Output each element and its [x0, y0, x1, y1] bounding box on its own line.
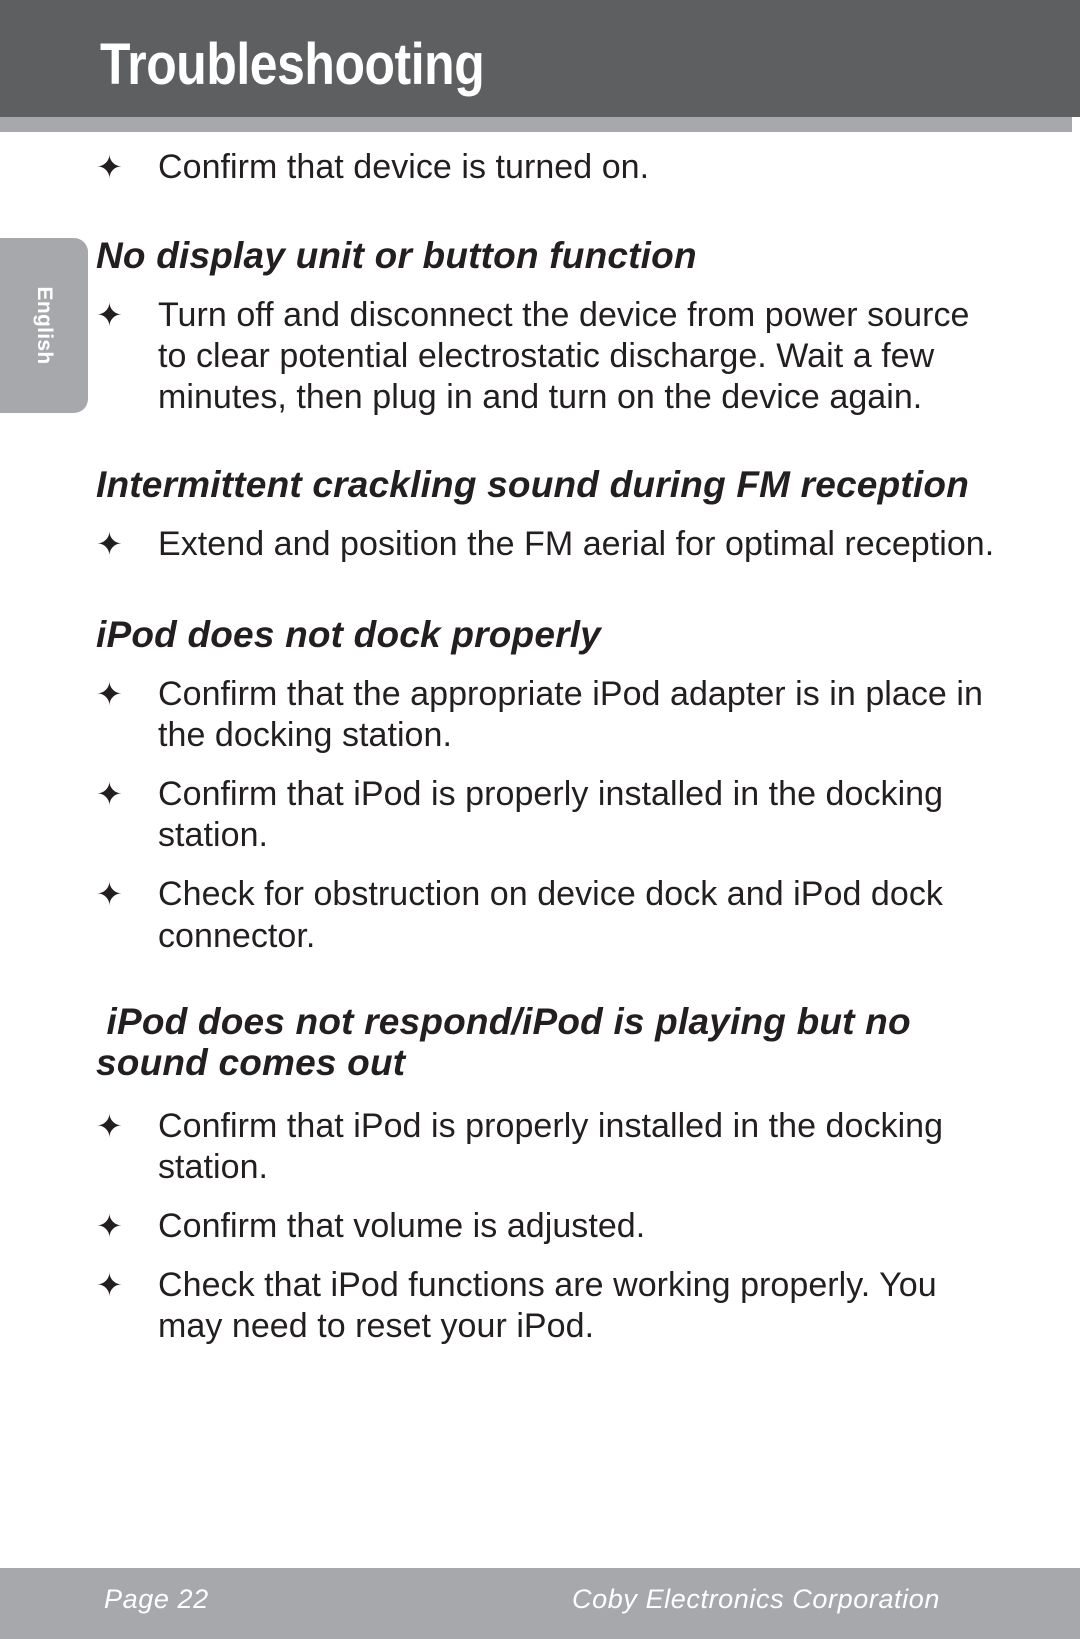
footer-company-name: Coby Electronics Corporation — [572, 1584, 940, 1614]
star-bullet-icon: ✦ — [96, 526, 123, 563]
list-item-text: Check that iPod functions are working pr… — [158, 1265, 937, 1346]
star-bullet-icon: ✦ — [96, 296, 123, 333]
list-item: ✦ Turn off and disconnect the device fro… — [0, 295, 1080, 418]
list-item: ✦ Confirm that device is turned on. — [0, 147, 1080, 188]
page-footer-band: Page 22 Coby Electronics Corporation — [0, 1568, 1080, 1639]
list-item: ✦ Check that iPod functions are working … — [0, 1265, 1080, 1347]
header-divider-rule — [0, 117, 1072, 132]
list-item: ✦ Confirm that the appropriate iPod adap… — [0, 674, 1080, 756]
section-heading: No display unit or button function — [96, 235, 697, 277]
footer-page-number: Page 22 — [104, 1584, 209, 1614]
list-item-text: Confirm that volume is adjusted. — [158, 1206, 646, 1245]
list-item-text: Check for obstruction on device dock and… — [158, 875, 943, 955]
list-item: ✦ Extend and position the FM aerial for … — [0, 524, 1080, 565]
list-item-text: Extend and position the FM aerial for op… — [158, 525, 995, 564]
section-heading: iPod does not dock properly — [96, 613, 601, 655]
star-bullet-icon: ✦ — [96, 1207, 123, 1244]
star-bullet-icon: ✦ — [96, 149, 123, 185]
list-item: ✦ Confirm that iPod is properly installe… — [0, 1106, 1080, 1188]
star-bullet-icon: ✦ — [96, 1107, 123, 1144]
list-item-text: Turn off and disconnect the device from … — [158, 295, 970, 416]
list-item: ✦ Confirm that volume is adjusted. — [0, 1206, 1080, 1247]
star-bullet-icon: ✦ — [96, 776, 123, 813]
star-bullet-icon: ✦ — [96, 675, 123, 712]
star-bullet-icon: ✦ — [96, 876, 123, 913]
list-item-text: Confirm that iPod is properly installed … — [158, 775, 944, 855]
list-item: ✦ Check for obstruction on device dock a… — [0, 874, 1080, 956]
list-item-text: Confirm that device is turned on. — [158, 148, 650, 186]
section-heading: iPod does not respond/iPod is playing bu… — [96, 1000, 922, 1084]
section-heading: Intermittent crackling sound during FM r… — [96, 463, 969, 505]
star-bullet-icon: ✦ — [96, 1266, 123, 1303]
list-item-text: Confirm that the appropriate iPod adapte… — [158, 674, 983, 755]
list-item: ✦ Confirm that iPod is properly installe… — [0, 774, 1080, 856]
page-content: ✦ Confirm that device is turned on. No d… — [0, 132, 1080, 1347]
page-title: Troubleshooting — [100, 32, 485, 97]
list-item-text: Confirm that iPod is properly installed … — [158, 1106, 944, 1186]
page-header-band: Troubleshooting — [0, 0, 1080, 117]
